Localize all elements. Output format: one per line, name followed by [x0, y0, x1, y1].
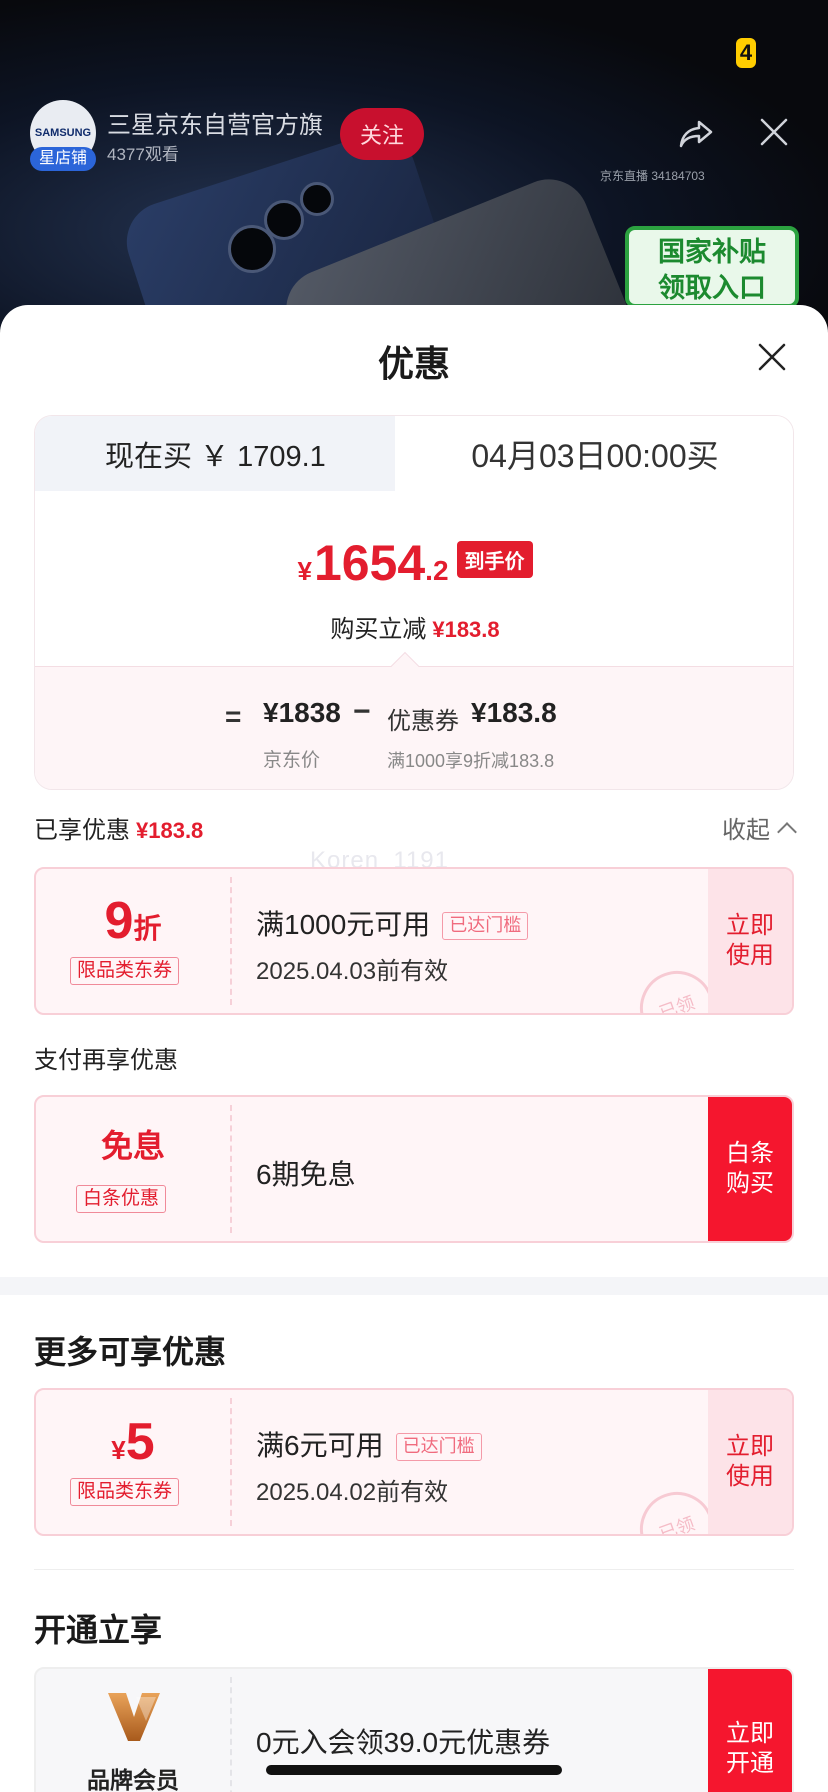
collapse-label: 收起 [722, 817, 770, 844]
discount-label: 购买立减 [330, 616, 427, 643]
status-badge: 4 [736, 38, 756, 68]
baitiao-buy-button[interactable]: 白条购买 [708, 1097, 792, 1241]
tab-buy-now[interactable]: 现在买 ￥ 1709.1 [35, 416, 395, 491]
close-icon[interactable] [758, 116, 790, 148]
coupon-value-area: ¥5 限品类东券 [36, 1390, 230, 1534]
threshold-badge: 已达门槛 [442, 912, 529, 940]
shop-tag: 星店铺 [30, 147, 96, 171]
coupon-currency: ¥ [111, 1435, 126, 1465]
shop-name[interactable]: 三星京东自营官方旗 [107, 105, 323, 140]
final-price-symbol: ¥ [297, 556, 312, 586]
jd-price-label: 京东价 [263, 750, 321, 771]
coupon-card: ¥5 限品类东券 满6元可用 已达门槛 2025.04.02前有效 已领 立即使用 [34, 1388, 794, 1536]
close-icon[interactable] [756, 341, 788, 373]
coupon-condition: 满1000元可用 [256, 909, 431, 940]
share-icon[interactable] [678, 118, 714, 150]
coupon-unit: 折 [133, 913, 162, 944]
shop-avatar-text: SAMSUNG [34, 127, 92, 139]
coupon-divider [230, 1398, 232, 1526]
coupon-divider [230, 877, 232, 1005]
tab-buy-later[interactable]: 04月03日00:00买 [395, 416, 793, 491]
camera-lens-icon [264, 200, 304, 240]
coupon-title: 满6元可用 已达门槛 [256, 1424, 482, 1464]
subsidy-line-1: 国家补贴 [658, 237, 766, 267]
discount-summary: 购买立减 ¥183.8 [35, 609, 793, 644]
v-brand-logo-icon [108, 1693, 160, 1741]
coupon-card: 9折 限品类东券 满1000元可用 已达门槛 2025.04.03前有效 已领 立… [34, 867, 794, 1015]
final-price-integer: 1654 [313, 535, 426, 591]
coupon-number: 9 [104, 892, 134, 950]
home-indicator [266, 1765, 562, 1775]
use-coupon-button[interactable]: 立即使用 [708, 1390, 792, 1534]
viewer-count: 4377观看 [107, 145, 179, 164]
open-membership-button[interactable]: 立即开通 [708, 1669, 792, 1792]
enjoyed-discount: 已享优惠 ¥183.8 [34, 810, 203, 845]
enjoyed-value: ¥183.8 [136, 818, 204, 843]
coupon-number: 5 [125, 1413, 155, 1471]
discount-sheet: 优惠 现在买 ￥ 1709.1 04月03日00:00买 ¥ 1654 .2 到… [0, 305, 828, 1792]
chevron-up-icon [777, 821, 797, 842]
final-price-decimal: .2 [425, 555, 449, 586]
subsidy-line-2: 领取入口 [658, 273, 766, 303]
coupon-title: 满1000元可用 已达门槛 [256, 903, 529, 943]
room-id: 京东直播 34184703 [600, 169, 705, 183]
camera-lens-icon [300, 182, 334, 216]
discount-value: ¥183.8 [432, 617, 500, 642]
divider [34, 1569, 794, 1570]
price-breakdown: = ¥1838 − 优惠券 ¥183.8 京东价 满1000享9折减183.8 [35, 666, 793, 789]
membership-section-title: 开通立享 [34, 1612, 163, 1648]
minus-sign: − [353, 695, 371, 728]
jd-price: ¥1838 [263, 697, 341, 728]
coupon-label: 优惠券 [387, 708, 459, 735]
baitiao-card: 免息 白条优惠 6期免息 白条购买 [34, 1095, 794, 1243]
coupon-expiry: 2025.04.02前有效 [256, 1479, 449, 1506]
baitiao-value-area: 免息 白条优惠 [36, 1097, 230, 1241]
coupon-value-area: 9折 限品类东券 [36, 869, 230, 1013]
coupon-type-tag: 限品类东券 [70, 957, 180, 985]
coupon-type-tag: 限品类东券 [70, 1478, 180, 1506]
final-price: ¥ 1654 .2 到手价 [35, 534, 793, 592]
use-coupon-button[interactable]: 立即使用 [708, 869, 792, 1013]
threshold-badge: 已达门槛 [395, 1433, 482, 1461]
enjoyed-label: 已享优惠 [34, 817, 130, 844]
coupon-rule: 满1000享9折减183.8 [387, 751, 555, 771]
equals-sign: = [225, 701, 242, 732]
baitiao-value: 免息 [100, 1128, 165, 1164]
more-discounts-title: 更多可享优惠 [34, 1334, 227, 1370]
coupon-value: ¥5 [36, 1412, 230, 1472]
coupon-divider [230, 1105, 232, 1233]
final-price-tag: 到手价 [456, 540, 533, 578]
installment-text: 6期免息 [256, 1159, 356, 1190]
coupon-expiry: 2025.04.03前有效 [256, 958, 449, 985]
membership-offer: 0元入会领39.0元优惠券 [256, 1727, 551, 1758]
coupon-value: 9折 [36, 891, 230, 951]
membership-label: 品牌会员 [87, 1767, 179, 1792]
coupon-amount: ¥183.8 [471, 697, 557, 728]
live-stream-background: 4 SAMSUNG 星店铺 三星京东自营官方旗 4377观看 关注 京东直播 3… [0, 0, 828, 330]
section-divider [0, 1277, 828, 1295]
price-card: 现在买 ￥ 1709.1 04月03日00:00买 ¥ 1654 .2 到手价 … [34, 415, 794, 790]
coupon-divider [230, 1677, 232, 1792]
follow-button[interactable]: 关注 [340, 108, 424, 160]
baitiao-tag: 白条优惠 [76, 1185, 167, 1213]
sheet-title: 优惠 [377, 343, 450, 384]
coupon-condition: 满6元可用 [256, 1430, 384, 1461]
subsidy-entry-button[interactable]: 国家补贴 领取入口 [625, 226, 799, 308]
pay-section-label: 支付再享优惠 [34, 1047, 178, 1074]
collapse-button[interactable]: 收起 [722, 810, 797, 845]
